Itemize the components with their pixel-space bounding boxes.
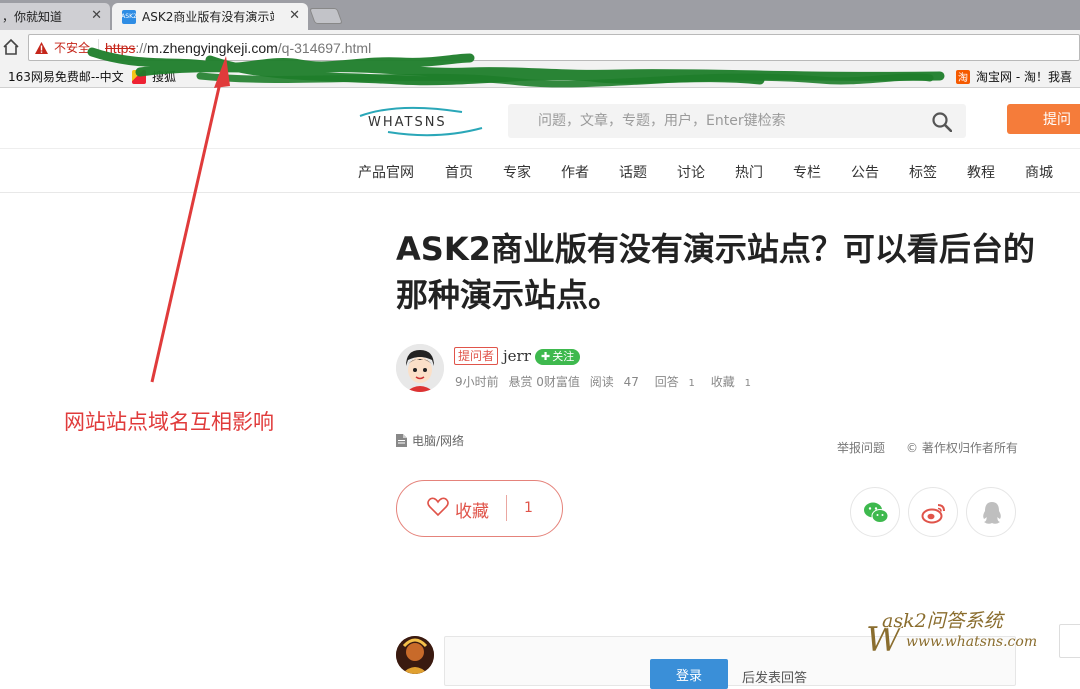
annotation-arrow-line (150, 73, 224, 383)
meta-favorites-label: 收藏 (710, 375, 735, 389)
warning-icon (35, 41, 48, 54)
favorite-count: 1 (524, 500, 533, 516)
home-icon[interactable] (2, 38, 20, 56)
favorite-label: 收藏 (455, 502, 489, 522)
ask-question-button[interactable]: 提问 (1007, 104, 1080, 134)
annotation-overlay (87, 47, 945, 383)
bookmarks-bar: 163网易免费邮--中文 搜狐 淘 淘宝网 - 淘！我喜 (0, 64, 1080, 88)
search-bar (508, 104, 966, 138)
nav-item[interactable]: 专栏 (793, 162, 821, 182)
tab-title: ASK2商业版有没有演示站 (142, 10, 274, 24)
bookmark-label: 163网易免费邮--中文 (8, 70, 124, 84)
bookmark-sohu[interactable]: 搜狐 (132, 68, 176, 85)
url-separator: :// (135, 39, 148, 56)
url-scheme: https (105, 39, 136, 56)
nav-item[interactable]: 教程 (967, 162, 995, 182)
whatsns-logo[interactable]: WHATSNS (358, 104, 488, 138)
heart-icon (427, 497, 449, 517)
address-bar[interactable]: 不安全 https://m.zhengyingkeji.com/q-314697… (28, 34, 1080, 61)
meta-time: 9小时前 (455, 375, 499, 389)
meta-favorites: 收藏 1 (711, 375, 757, 389)
nav-item[interactable]: 作者 (561, 162, 589, 182)
logo-text: WHATSNS (368, 115, 447, 130)
share-wechat-button[interactable] (850, 487, 900, 537)
security-label: 不安全 (54, 41, 91, 55)
plus-icon: ✚ (541, 350, 551, 363)
floating-side-widget[interactable] (1059, 624, 1080, 658)
browser-toolbar: 不安全 https://m.zhengyingkeji.com/q-314697… (0, 30, 1080, 64)
divider (0, 148, 1080, 149)
close-icon[interactable]: ✕ (91, 8, 102, 23)
nav-item[interactable]: 专家 (503, 162, 531, 182)
asker-avatar[interactable] (396, 344, 444, 392)
meta-favorites-count: 1 (744, 378, 751, 389)
search-input[interactable] (508, 104, 918, 138)
question-title: ASK2商业版有没有演示站点？可以看后台的那种演示站点。 (396, 230, 1035, 314)
watermark-url: www.whatsns.com (906, 634, 1038, 650)
asker-badge: 提问者 (454, 347, 499, 365)
browser-tab-active[interactable]: ASK2 ASK2商业版有没有演示站 ✕ (112, 3, 308, 30)
security-indicator[interactable]: 不安全 (29, 39, 100, 56)
meta-reads-count: 47 (623, 375, 639, 389)
annotation-label: 网站站点域名互相影响 (64, 410, 274, 434)
new-tab-button[interactable] (309, 8, 343, 24)
main-nav: 产品官网 首页 专家 作者 话题 讨论 热门 专栏 公告 标签 教程 商城 (0, 150, 1080, 192)
site-favicon-icon: ASK2 (121, 9, 137, 24)
meta-reads-label: 阅读 (589, 375, 614, 389)
follow-button[interactable]: ✚ 关注 (535, 349, 581, 365)
question-meta: 9小时前 悬赏 0财富值 阅读 47 回答 1 收藏 1 (455, 373, 763, 390)
favorite-button[interactable]: 收藏 1 (396, 480, 563, 537)
avatar-illustration (396, 344, 444, 392)
login-button[interactable]: 登录 (650, 659, 728, 689)
document-icon (396, 434, 407, 447)
meta-answers-count: 1 (688, 378, 695, 389)
search-icon[interactable] (932, 112, 952, 132)
watermark-title: ask2问答系统 (882, 610, 1003, 632)
nav-item[interactable]: 产品官网 (358, 162, 414, 182)
bookmark-label: 搜狐 (152, 70, 177, 84)
weibo-icon (921, 504, 945, 524)
nav-item[interactable]: 话题 (619, 162, 647, 182)
url-path: /q-314697.html (277, 39, 372, 56)
qq-icon (983, 502, 1001, 524)
current-user-avatar (396, 636, 434, 674)
share-qq-button[interactable] (966, 487, 1016, 537)
divider (506, 495, 507, 521)
bookmark-label: 淘宝网 - 淘！我喜 (976, 70, 1072, 84)
close-icon[interactable]: ✕ (289, 8, 300, 23)
meta-reward: 悬赏 0财富值 (508, 375, 580, 389)
divider (0, 192, 1080, 193)
answer-hint: 后发表回答 (742, 671, 808, 686)
bookmark-163-mail[interactable]: 163网易免费邮--中文 (8, 68, 124, 85)
nav-item[interactable]: 首页 (445, 162, 473, 182)
meta-reads: 阅读 47 (590, 375, 645, 389)
copyright-notice: © 著作权归作者所有 (906, 441, 1018, 455)
nav-item[interactable]: 热门 (735, 162, 763, 182)
share-weibo-button[interactable] (908, 487, 958, 537)
nav-item[interactable]: 标签 (909, 162, 937, 182)
meta-answers: 回答 1 (655, 375, 701, 389)
follow-label: 关注 (552, 350, 575, 363)
taobao-icon: 淘 (956, 69, 970, 84)
nav-item[interactable]: 讨论 (677, 162, 705, 182)
wechat-icon (864, 502, 889, 523)
url-host: m.zhengyingkeji.com (147, 39, 278, 56)
nav-item[interactable]: 商城 (1025, 162, 1053, 182)
url-text[interactable]: https://m.zhengyingkeji.com/q-314697.htm… (99, 40, 371, 56)
browser-tab-strip: ，你就知道 ✕ ASK2 ASK2商业版有没有演示站 ✕ (0, 0, 1080, 30)
bookmark-taobao[interactable]: 淘 淘宝网 - 淘！我喜 (956, 68, 1072, 85)
meta-answers-label: 回答 (654, 375, 679, 389)
avatar-illustration (396, 636, 434, 674)
nav-item[interactable]: 公告 (851, 162, 879, 182)
browser-tab-inactive[interactable]: ，你就知道 ✕ (0, 3, 110, 30)
asker-name[interactable]: jerr (503, 347, 531, 365)
report-question-link[interactable]: 举报问题 (837, 439, 885, 456)
category-label: 电脑/网络 (412, 434, 465, 448)
sohu-icon (132, 69, 146, 84)
question-category[interactable]: 电脑/网络 (396, 432, 464, 449)
